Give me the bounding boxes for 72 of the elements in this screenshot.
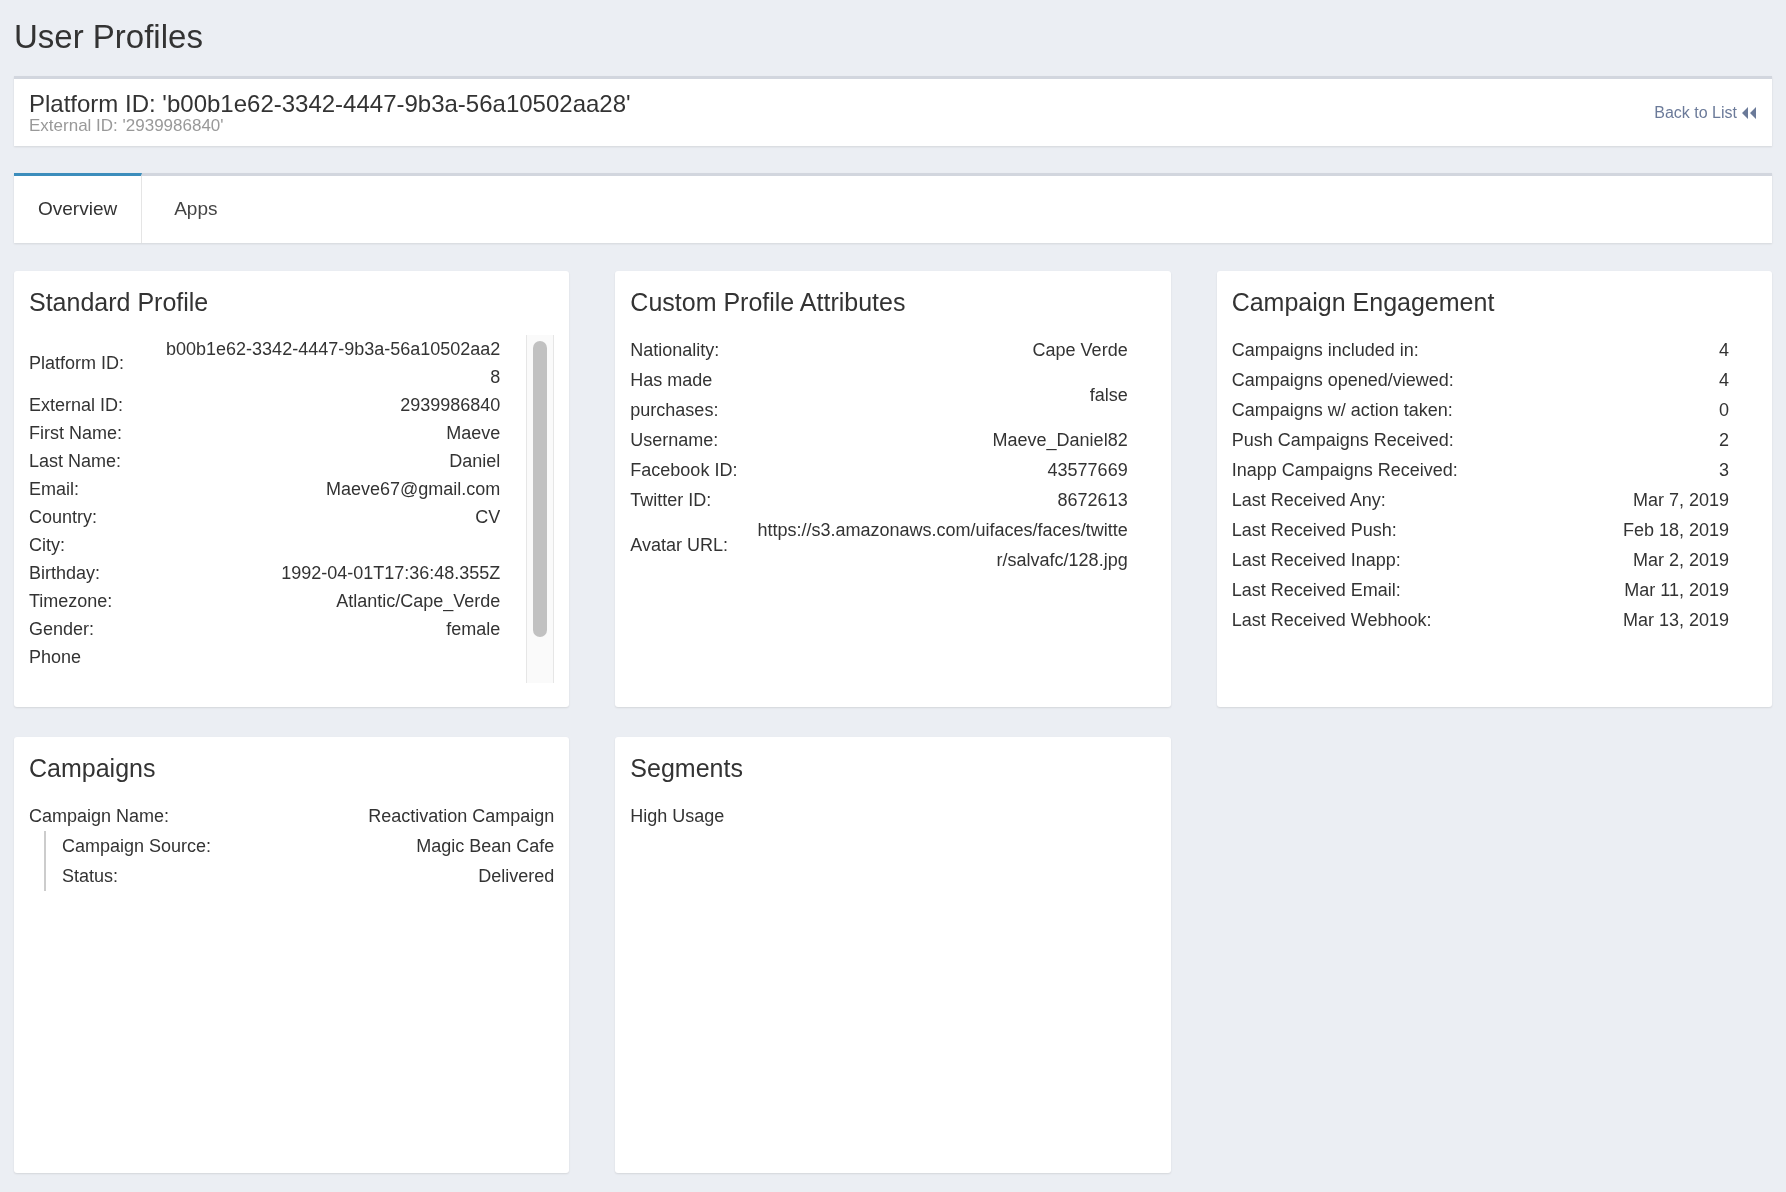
field-label: External ID:	[29, 394, 125, 417]
back-to-list-link[interactable]: Back to List	[1654, 100, 1757, 125]
field-label: First Name:	[29, 422, 123, 445]
field-value: Maeve	[446, 422, 501, 445]
field-value: Mar 11, 2019	[1624, 579, 1729, 602]
field-label: Phone	[29, 646, 83, 669]
platform-id-heading: Platform ID: 'b00b1e62-3342-4447-9b3a-56a10502aa28'	[29, 90, 631, 117]
field-value: Atlantic/Cape_Verde	[336, 590, 501, 614]
field-label: Campaign Source:	[62, 835, 212, 858]
field-label: Twitter ID:	[630, 489, 713, 512]
field-value: Maeve67@gmail.com	[326, 478, 501, 501]
field-label: Gender:	[29, 618, 96, 641]
field-label: Last Received Any:	[1231, 489, 1386, 512]
field-label: Last Received Email:	[1231, 579, 1401, 602]
field-value: https://s3.amazonaws.com/uifaces/faces/twitter/salvafc/128.jpg	[756, 519, 1128, 572]
field-label: Avatar URL:	[630, 534, 730, 557]
field-label: Nationality:	[630, 339, 721, 362]
field-label: Last Received Webhook:	[1231, 609, 1432, 632]
field-label: Timezone:	[29, 590, 114, 613]
tab[interactable]: Overview	[14, 173, 143, 243]
field-value: Daniel	[449, 450, 501, 473]
field-value: Mar 13, 2019	[1622, 609, 1729, 632]
field-value: Reactivation Campaign	[368, 805, 555, 828]
field-value: Mar 2, 2019	[1632, 549, 1729, 572]
field-label: Last Received Inapp:	[1231, 549, 1401, 572]
field-label: Email:	[29, 478, 80, 501]
field-value: Cape Verde	[1032, 339, 1128, 362]
double-left-chevron-icon	[1741, 105, 1757, 120]
field-value: 4	[1718, 339, 1729, 362]
field-label: Platform ID:	[29, 352, 126, 375]
field-label: Country:	[29, 506, 99, 529]
field-value: Feb 18, 2019	[1622, 519, 1729, 542]
field-label: Has made purchases:	[630, 369, 720, 422]
field-value: 2939986840	[400, 394, 501, 417]
page-title: User Profiles	[14, 17, 204, 57]
panel-title: Campaigns	[29, 753, 157, 784]
panel-title: Segments	[630, 753, 744, 784]
field-label: Campaigns w/ action taken:	[1231, 399, 1453, 422]
field-label: Campaign Name:	[29, 805, 170, 828]
field-label: Birthday:	[29, 562, 102, 585]
panel-title: Standard Profile	[29, 287, 210, 318]
field-value: 4	[1718, 369, 1729, 392]
field-value: 2	[1718, 429, 1729, 452]
field-label: Inapp Campaigns Received:	[1231, 459, 1458, 482]
field-value: Delivered	[478, 865, 555, 888]
field-value: 43577669	[1047, 459, 1128, 482]
field-label: Username:	[630, 429, 720, 452]
field-value: Maeve_Daniel82	[992, 429, 1128, 453]
field-label: Campaigns opened/viewed:	[1231, 369, 1454, 392]
field-value: b00b1e62-3342-4447-9b3a-56a10502aa28	[165, 338, 501, 389]
field-value: 3	[1718, 459, 1729, 482]
field-value: female	[446, 618, 501, 641]
field-label: City:	[29, 534, 66, 557]
scrollbar[interactable]	[526, 335, 555, 683]
field-value: 8672613	[1057, 489, 1128, 512]
external-id-subheading: External ID: '2939986840'	[29, 116, 225, 135]
field-value: Mar 7, 2019	[1632, 489, 1729, 512]
field-value: Magic Bean Cafe	[416, 835, 555, 858]
panel-title: Custom Profile Attributes	[630, 287, 907, 318]
field-value: 0	[1718, 399, 1729, 422]
field-value: CV	[475, 506, 501, 529]
field-label: Status:	[62, 865, 119, 888]
field-label: Last Received Push:	[1231, 519, 1397, 542]
tab[interactable]: Apps	[142, 176, 250, 243]
field-label: Push Campaigns Received:	[1231, 429, 1454, 452]
field-value: false	[1089, 384, 1128, 407]
panel-title: Campaign Engagement	[1231, 287, 1496, 318]
field-label: Campaigns included in:	[1231, 339, 1419, 362]
field-label: Facebook ID:	[630, 459, 739, 482]
field-label: Last Name:	[29, 450, 123, 473]
field-value: 1992-04-01T17:36:48.355Z	[281, 562, 501, 585]
segment-name: High Usage	[630, 805, 726, 828]
